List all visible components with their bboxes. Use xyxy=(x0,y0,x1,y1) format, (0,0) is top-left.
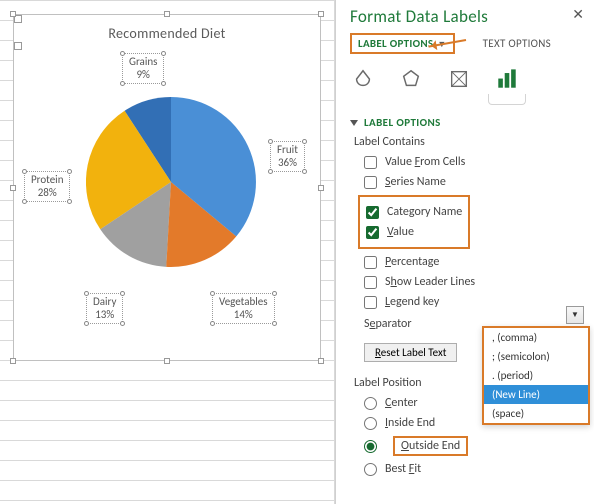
data-label-grains[interactable]: Grains9% xyxy=(122,53,164,84)
data-label-dairy[interactable]: Dairy13% xyxy=(86,293,123,324)
data-label-vegetables[interactable]: Vegetables14% xyxy=(212,293,275,324)
size-icon[interactable] xyxy=(446,66,472,96)
checkbox-percentage[interactable]: Percentage xyxy=(364,255,584,269)
pie-chart[interactable] xyxy=(86,97,256,267)
separator-dropdown[interactable]: ▼ , (comma) ; (semicolon) . (period) (Ne… xyxy=(482,326,590,425)
dropdown-toggle-icon[interactable]: ▼ xyxy=(566,306,584,324)
radio-outside-end[interactable]: Outside End xyxy=(364,436,584,456)
checkbox-series-name[interactable]: Series Name xyxy=(364,175,584,189)
format-icon-tabs xyxy=(350,66,584,102)
chart-title[interactable]: Recommended Diet xyxy=(14,25,320,42)
pane-title: Format Data Labels xyxy=(350,6,584,27)
separator-label: Separator xyxy=(364,317,412,331)
dd-item-space[interactable]: (space) xyxy=(484,404,588,423)
format-data-labels-pane: ✕ Format Data Labels LABEL OPTIONS TEXT … xyxy=(335,0,594,504)
collapse-icon xyxy=(350,120,358,126)
label-contains-heading: Label Contains xyxy=(354,135,584,149)
data-label-protein[interactable]: Protein28% xyxy=(24,171,70,202)
dd-item-semicolon[interactable]: ; (semicolon) xyxy=(484,347,588,366)
dd-item-period[interactable]: . (period) xyxy=(484,366,588,385)
reset-label-text-button[interactable]: Reset Label Text xyxy=(364,343,457,362)
spreadsheet-grid: Recommended Diet Grains9% Fruit36% xyxy=(0,0,335,504)
checkbox-show-leader-lines[interactable]: Show Leader Lines xyxy=(364,275,584,289)
close-pane-button[interactable]: ✕ xyxy=(566,6,590,23)
effects-icon[interactable] xyxy=(398,66,424,96)
dd-item-comma[interactable]: , (comma) xyxy=(484,328,588,347)
checkbox-value-from-cells[interactable]: Value From Cells xyxy=(364,155,584,169)
radio-best-fit[interactable]: Best Fit xyxy=(364,462,584,476)
chart-object[interactable]: Recommended Diet Grains9% Fruit36% xyxy=(13,14,321,361)
dd-item-newline[interactable]: (New Line) xyxy=(484,385,588,404)
checkbox-value[interactable]: Value xyxy=(366,225,462,239)
checkbox-legend-key[interactable]: Legend key xyxy=(364,295,584,309)
chart-options-icon[interactable] xyxy=(494,66,520,96)
fill-icon[interactable] xyxy=(350,66,376,96)
tab-text-options[interactable]: TEXT OPTIONS xyxy=(483,37,551,50)
data-label-fruit[interactable]: Fruit36% xyxy=(270,141,305,172)
checkbox-category-name[interactable]: Category Name xyxy=(366,205,462,219)
section-label-options[interactable]: LABEL OPTIONS xyxy=(350,116,584,129)
